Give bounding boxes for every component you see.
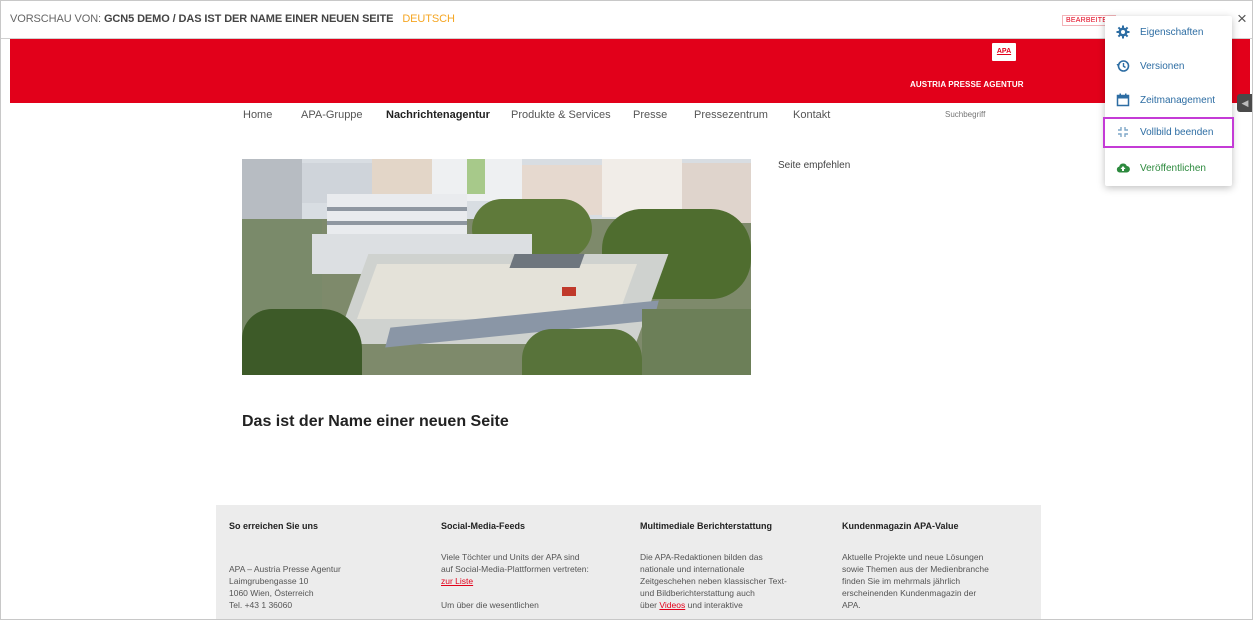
- nav-item-produkte-services[interactable]: Produkte & Services: [511, 109, 611, 121]
- footer-heading: Multimediale Berichterstattung: [640, 521, 773, 531]
- menu-item-label: Eigenschaften: [1140, 27, 1204, 38]
- footer-heading: Social-Media-Feeds: [441, 521, 526, 531]
- nav-item-home[interactable]: Home: [243, 109, 272, 121]
- footer-column-magazine: Kundenmagazin APA-Value Aktuelle Projekt…: [842, 521, 1022, 611]
- menu-item-versionen[interactable]: Versionen: [1105, 53, 1232, 80]
- footer-heading: Kundenmagazin APA-Value: [842, 521, 959, 531]
- footer-text: 1060 Wien, Österreich: [229, 588, 314, 598]
- footer-text: sowie Themen aus der Medienbranche: [842, 564, 989, 574]
- menu-item-zeitmanagement[interactable]: Zeitmanagement: [1105, 87, 1232, 114]
- gear-icon: [1116, 25, 1130, 39]
- preview-path: GCN5 DEMO / DAS IST DER NAME EINER NEUEN…: [103, 13, 394, 25]
- preview-title: VORSCHAU VON: GCN5 DEMO / DAS IST DER NA…: [10, 13, 455, 25]
- nav-item-apa-gruppe[interactable]: APA-Gruppe: [301, 109, 363, 121]
- footer-text: nationale und internationale: [640, 564, 745, 574]
- nav-item-nachrichtenagentur[interactable]: Nachrichtenagentur: [386, 109, 490, 121]
- preview-bar: VORSCHAU VON: GCN5 DEMO / DAS IST DER NA…: [1, 1, 1252, 39]
- share-page-link[interactable]: Seite empfehlen: [778, 160, 850, 171]
- menu-item-vollbild-beenden[interactable]: Vollbild beenden: [1103, 117, 1234, 148]
- menu-item-label: Veröffentlichen: [1140, 163, 1206, 174]
- hero-image: [242, 159, 751, 375]
- footer-text: APA – Austria Presse Agentur: [229, 564, 341, 574]
- site-claim: AUSTRIA PRESSE AGENTUR: [910, 80, 1024, 89]
- footer-text: und Bildberichterstattung auch: [640, 588, 755, 598]
- footer-text: Viele Töchter und Units der APA sind: [441, 552, 580, 562]
- calendar-icon: [1116, 93, 1130, 107]
- footer-text: Tel. +43 1 36060: [229, 600, 293, 610]
- footer-heading: So erreichen Sie uns: [229, 521, 319, 531]
- preview-language[interactable]: DEUTSCH: [402, 13, 455, 25]
- cloud-upload-icon: [1116, 163, 1130, 173]
- menu-item-label: Vollbild beenden: [1140, 127, 1214, 138]
- menu-item-label: Versionen: [1140, 61, 1185, 72]
- footer-text: Zeitgeschehen neben klassischer Text-: [640, 576, 787, 586]
- menu-item-veroeffentlichen[interactable]: Veröffentlichen: [1105, 155, 1232, 182]
- footer-text: Aktuelle Projekte und neue Lösungen: [842, 552, 984, 562]
- cms-preview-page: VORSCHAU VON: GCN5 DEMO / DAS IST DER NA…: [0, 0, 1253, 620]
- footer-column-social: Social-Media-Feeds Viele Töchter und Uni…: [441, 521, 621, 611]
- footer-text: Die APA-Redaktionen bilden das: [640, 552, 763, 562]
- exit-fullscreen-icon: [1118, 127, 1128, 137]
- nav-item-presse[interactable]: Presse: [633, 109, 667, 121]
- footer: So erreichen Sie uns APA – Austria Press…: [216, 505, 1041, 619]
- footer-list-link[interactable]: zur Liste: [441, 576, 473, 586]
- search-input[interactable]: [941, 106, 1031, 122]
- footer-text: über: [640, 600, 658, 610]
- footer-text: erscheinenden Kundenmagazin der: [842, 588, 977, 598]
- footer-text: und interaktive: [687, 600, 743, 610]
- nav-item-pressezentrum[interactable]: Pressezentrum: [694, 109, 768, 121]
- actions-menu: Eigenschaften Versionen Zeitmanagement V…: [1103, 16, 1234, 186]
- page-title: Das ist der Name einer neuen Seite: [242, 413, 509, 430]
- footer-column-multimedia: Multimediale Berichterstattung Die APA-R…: [640, 521, 820, 611]
- footer-videos-link[interactable]: Videos: [659, 600, 685, 610]
- preview-prefix: VORSCHAU VON:: [10, 13, 101, 25]
- menu-item-eigenschaften[interactable]: Eigenschaften: [1105, 19, 1232, 46]
- footer-text: Laimgrubengasse 10: [229, 576, 309, 586]
- apa-logo[interactable]: APA: [992, 43, 1016, 61]
- side-panel-handle-icon[interactable]: ◀: [1237, 94, 1252, 112]
- history-icon: [1116, 60, 1130, 72]
- footer-column-contact: So erreichen Sie uns APA – Austria Press…: [229, 521, 409, 611]
- nav-item-kontakt[interactable]: Kontakt: [793, 109, 830, 121]
- footer-text: auf Social-Media-Plattformen vertreten:: [441, 564, 589, 574]
- footer-text: Um über die wesentlichen: [441, 600, 539, 610]
- menu-item-label: Zeitmanagement: [1140, 95, 1216, 106]
- footer-text: APA.: [842, 600, 861, 610]
- site-header: APA AUSTRIA PRESSE AGENTUR ◀: [10, 39, 1252, 112]
- footer-text: finden Sie im mehrmals jährlich: [842, 576, 961, 586]
- close-icon[interactable]: ×: [1237, 10, 1247, 27]
